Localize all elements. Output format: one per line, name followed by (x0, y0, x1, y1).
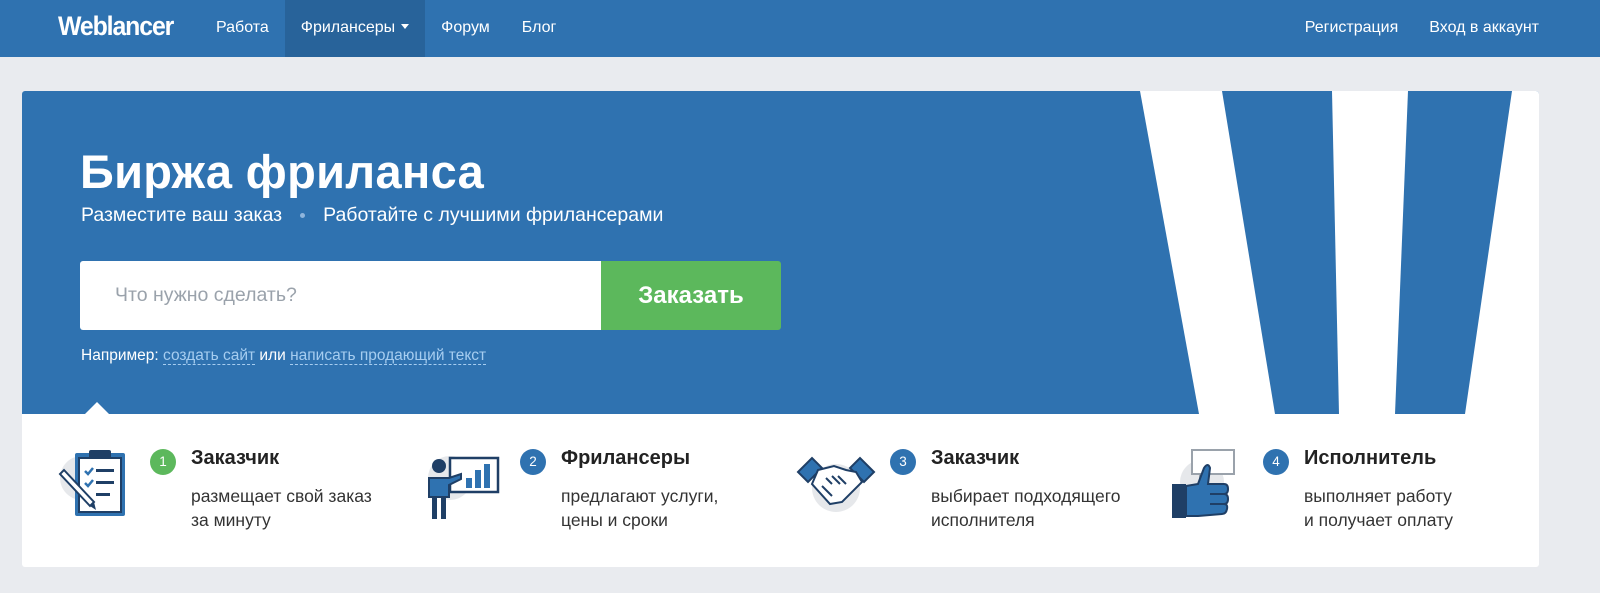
clipboard-icon (58, 450, 125, 516)
step-1-number: 1 (150, 449, 176, 475)
step-4-desc-line2: и получает оплату (1304, 510, 1454, 530)
register-link[interactable]: Регистрация (1305, 0, 1399, 57)
step-4: 4 Исполнитель выполняет работу и получае… (1170, 432, 1510, 552)
nav-link-freelancers[interactable]: Фрилансеры (284, 0, 426, 57)
subtitle-left: Разместите ваш заказ (81, 204, 283, 226)
step-1-desc: размещает свой заказ за минуту (191, 484, 372, 532)
step-3-desc: выбирает подходящего исполнителя (931, 484, 1120, 532)
step-4-title: Исполнитель (1304, 447, 1437, 469)
step-1: 1 Заказчик размещает свой заказ за минут… (58, 432, 398, 552)
example-hint: Например: создать сайт или написать прод… (81, 347, 487, 365)
hero-pointer-notch (84, 402, 110, 414)
thumbs-up-icon (1172, 449, 1235, 518)
presentation-icon (428, 456, 500, 519)
order-button[interactable]: Заказать (601, 261, 781, 330)
step-1-desc-line2: за минуту (191, 510, 271, 530)
step-2: 2 Фрилансеры предлагают услуги, цены и с… (424, 432, 764, 552)
main-nav: Работа Фрилансеры Форум Блог (200, 0, 572, 57)
handshake-icon (796, 456, 876, 512)
step-2-number: 2 (520, 449, 546, 475)
step-3-desc-line1: выбирает подходящего (931, 486, 1121, 506)
nav-link-work[interactable]: Работа (200, 0, 285, 57)
auth-nav: Регистрация Вход в аккаунт (1305, 0, 1539, 57)
w-logo-watermark-icon (1140, 91, 1539, 414)
step-2-desc-line2: цены и сроки (561, 510, 668, 530)
step-2-desc-line1: предлагают услуги, (561, 486, 719, 506)
nav-link-forum[interactable]: Форум (425, 0, 506, 57)
example-link-write-text[interactable]: написать продающий текст (290, 347, 487, 365)
step-2-title: Фрилансеры (561, 447, 691, 469)
step-4-desc-line1: выполняет работу (1304, 486, 1452, 506)
nav-link-freelancers-label: Фрилансеры (300, 19, 396, 36)
step-3-title: Заказчик (931, 447, 1020, 469)
subtitle-right: Работайте с лучшими фрилансерами (323, 204, 664, 226)
login-link[interactable]: Вход в аккаунт (1429, 0, 1539, 57)
example-or: или (259, 347, 286, 364)
hero-banner: Биржа фриланса Разместите ваш заказ Рабо… (22, 91, 1539, 414)
step-4-number: 4 (1263, 449, 1289, 475)
step-2-desc: предлагают услуги, цены и сроки (561, 484, 718, 532)
main-card: Биржа фриланса Разместите ваш заказ Рабо… (22, 91, 1539, 567)
caret-down-icon (401, 24, 410, 30)
hero-title: Биржа фриланса (80, 145, 485, 198)
example-link-create-site[interactable]: создать сайт (163, 347, 256, 365)
separator-dot-icon (300, 213, 306, 218)
step-3-number: 3 (890, 449, 916, 475)
step-1-desc-line1: размещает свой заказ (191, 486, 372, 506)
hero-subtitle: Разместите ваш заказ Работайте с лучшими… (81, 204, 663, 227)
step-3-desc-line2: исполнителя (931, 510, 1035, 530)
step-4-desc: выполняет работу и получает оплату (1304, 484, 1453, 532)
top-navbar: Weblancer Работа Фрилансеры Форум Блог Р… (0, 0, 1600, 57)
step-3: 3 Заказчик выбирает подходящего исполнит… (796, 432, 1136, 552)
nav-link-blog[interactable]: Блог (506, 0, 573, 57)
step-1-title: Заказчик (191, 447, 280, 469)
example-prefix: Например: (81, 347, 159, 364)
site-logo[interactable]: Weblancer (58, 11, 174, 42)
task-search-input[interactable] (80, 261, 601, 330)
